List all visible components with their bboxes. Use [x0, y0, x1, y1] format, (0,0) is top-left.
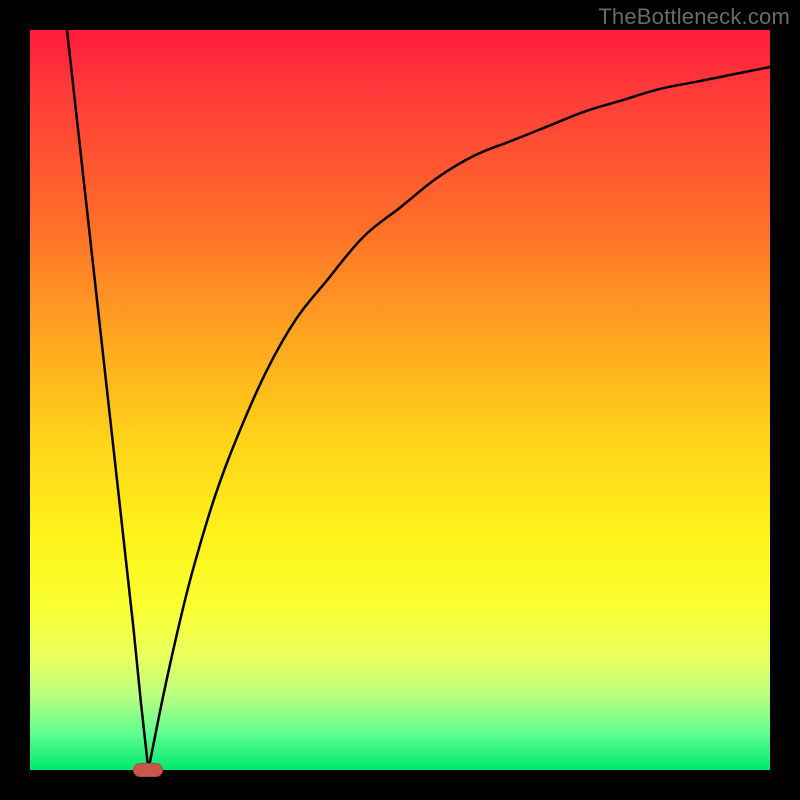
chart-curves — [30, 30, 770, 770]
bottleneck-marker — [133, 763, 163, 777]
chart-plot-area — [30, 30, 770, 770]
chart-frame: TheBottleneck.com — [0, 0, 800, 800]
curve-right — [148, 67, 770, 770]
curve-left — [67, 30, 148, 770]
watermark-text: TheBottleneck.com — [598, 4, 790, 30]
